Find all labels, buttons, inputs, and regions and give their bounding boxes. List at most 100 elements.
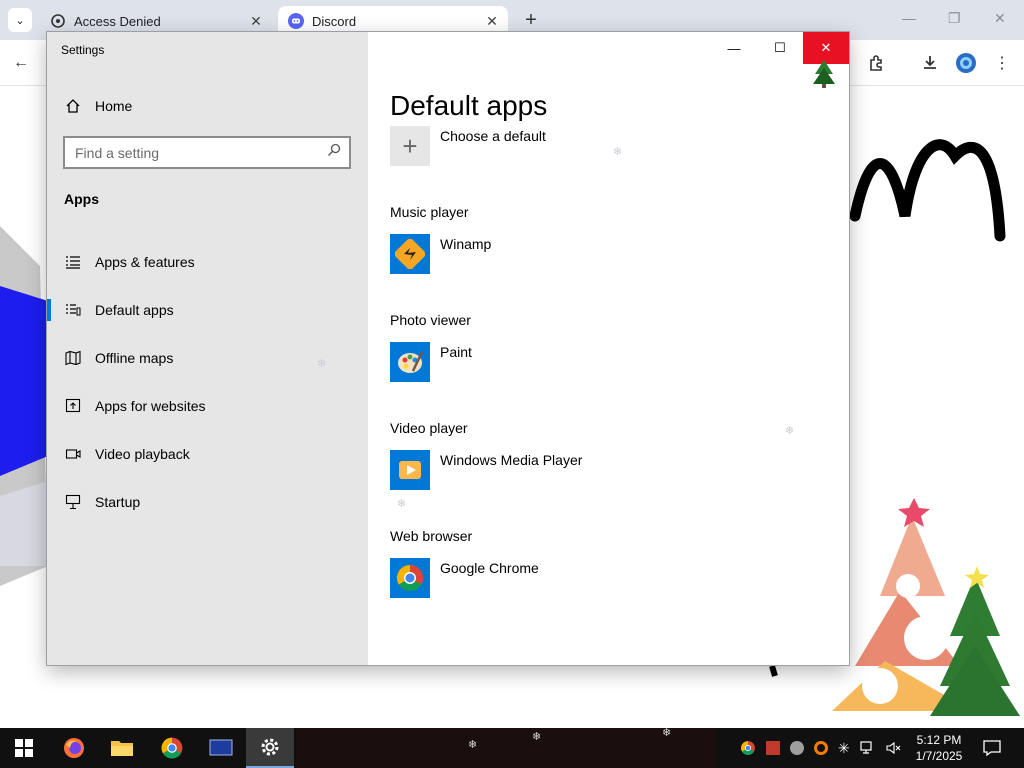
back-arrow-icon[interactable]: ← — [10, 52, 32, 74]
category-label: Photo viewer — [390, 312, 471, 328]
default-app-picker[interactable]: Paint — [390, 342, 830, 382]
site-favicon-icon — [50, 13, 66, 29]
snowflake-icon: ❄ — [317, 358, 327, 370]
clock-date: 1/7/2025 — [915, 749, 963, 763]
default-app-picker[interactable]: Winamp — [390, 234, 830, 274]
category-label: Video player — [390, 420, 468, 436]
discord-icon — [288, 13, 304, 29]
nav-item-label: Default apps — [95, 302, 174, 318]
remote-desktop-taskbar-button[interactable] — [197, 728, 245, 768]
video-player-section: Video player Windows Media Player — [390, 420, 830, 490]
nav-item-label: Apps for websites — [95, 398, 206, 414]
nav-item-label: Video playback — [95, 446, 190, 462]
chrome-icon[interactable] — [390, 558, 430, 598]
snowflake-icon: ❄ — [662, 727, 672, 739]
tab-label: Discord — [312, 13, 357, 29]
app-name: Winamp — [440, 236, 492, 252]
windows-logo-icon — [15, 739, 33, 757]
gear-icon — [261, 738, 279, 756]
snowflake-icon: ❄ — [785, 425, 795, 437]
app-name: Google Chrome — [440, 560, 539, 576]
window-title: Settings — [61, 43, 105, 57]
snowflake-icon: ❄ — [397, 498, 407, 510]
extensions-icon[interactable] — [866, 52, 888, 74]
nav-startup[interactable]: Startup — [47, 478, 368, 526]
page-title: Default apps — [390, 90, 548, 121]
section-heading: Apps — [64, 191, 99, 207]
search-icon[interactable] — [327, 143, 341, 162]
start-button[interactable] — [0, 728, 48, 768]
settings-content: Default apps + Choose a default Music pl… — [390, 90, 830, 598]
maximize-button[interactable]: ☐ — [757, 32, 803, 64]
nav-home[interactable]: Home — [47, 90, 368, 122]
choose-default-label: Choose a default — [440, 128, 546, 144]
tab-close-icon[interactable]: ✕ — [246, 13, 266, 30]
profile-avatar-icon[interactable] — [955, 52, 977, 74]
tray-app-icon[interactable] — [814, 741, 828, 755]
clock-time: 5:12 PM — [916, 733, 962, 747]
firefox-icon — [64, 738, 84, 758]
home-icon — [65, 98, 81, 114]
nav-item-label: Apps & features — [95, 254, 195, 270]
notification-icon — [983, 740, 1001, 757]
app-name: Windows Media Player — [440, 452, 583, 468]
music-player-section: Music player Winamp — [390, 204, 830, 274]
settings-window: Settings Home Apps Apps & features — [47, 32, 849, 665]
settings-sidebar: Settings Home Apps Apps & features — [47, 32, 368, 665]
browser-minimize-button[interactable]: — — [902, 10, 916, 26]
list-icon — [65, 254, 81, 270]
default-app-picker[interactable]: Windows Media Player — [390, 450, 830, 490]
tab-close-icon[interactable]: ✕ — [482, 13, 502, 30]
default-app-picker[interactable]: Google Chrome — [390, 558, 830, 598]
network-icon[interactable] — [860, 741, 876, 755]
volume-muted-icon[interactable] — [886, 741, 902, 755]
category-label: Web browser — [390, 528, 473, 544]
app-name: Paint — [440, 344, 472, 360]
tray-app-icon[interactable] — [790, 741, 804, 755]
nav-item-label: Offline maps — [95, 350, 174, 366]
snowflake-icon: ❄ — [468, 739, 478, 751]
winamp-icon[interactable] — [390, 234, 430, 274]
link-box-icon — [65, 398, 81, 414]
choose-default-row[interactable]: + Choose a default — [390, 126, 830, 166]
more-options-icon[interactable]: ⋮ — [991, 52, 1013, 74]
chrome-taskbar-button[interactable] — [148, 728, 196, 768]
category-label: Music player — [390, 204, 469, 220]
clock[interactable]: 5:12 PM 1/7/2025 — [906, 732, 972, 764]
chrome-icon — [161, 737, 183, 759]
default-apps-icon — [65, 302, 81, 318]
nav-default-apps[interactable]: Default apps — [47, 286, 368, 334]
paint-icon[interactable] — [390, 342, 430, 382]
taskbar-wallpaper-strip — [296, 728, 716, 768]
folder-icon — [111, 741, 133, 756]
browser-restore-button[interactable]: ❐ — [948, 10, 961, 27]
wmp-icon[interactable] — [390, 450, 430, 490]
tray-app-icon[interactable] — [766, 741, 780, 755]
map-icon — [65, 350, 81, 366]
browser-close-button[interactable]: ✕ — [994, 10, 1006, 27]
monitor-icon — [209, 739, 233, 756]
firefox-taskbar-button[interactable] — [50, 728, 98, 768]
nav-apps-features[interactable]: Apps & features — [47, 238, 368, 286]
search-box[interactable] — [63, 136, 351, 169]
christmas-tree-icon — [813, 60, 835, 88]
file-explorer-taskbar-button[interactable] — [98, 728, 146, 768]
video-icon — [65, 446, 81, 462]
minimize-button[interactable]: — — [711, 32, 757, 64]
tab-search-button[interactable]: ⌄ — [8, 8, 32, 32]
new-tab-button[interactable]: + — [520, 9, 542, 31]
download-icon[interactable] — [919, 52, 941, 74]
snowflake-icon: ❄ — [613, 146, 623, 158]
taskbar: ✳ 5:12 PM 1/7/2025 ❄ ❄ ❄ — [0, 727, 1024, 768]
settings-taskbar-button[interactable] — [246, 728, 294, 768]
search-input[interactable] — [75, 144, 327, 161]
notifications-button[interactable] — [970, 728, 1014, 768]
settings-nav-list: Apps & features Default apps Offline map… — [47, 238, 368, 526]
chrome-tray-icon[interactable] — [740, 740, 756, 756]
plus-icon[interactable]: + — [390, 126, 430, 166]
web-browser-section: Web browser Google Chrome — [390, 528, 830, 598]
tab-label: Access Denied — [74, 13, 161, 29]
nav-video-playback[interactable]: Video playback — [47, 430, 368, 478]
nav-apps-for-websites[interactable]: Apps for websites — [47, 382, 368, 430]
brightness-icon[interactable]: ✳ — [838, 740, 850, 757]
